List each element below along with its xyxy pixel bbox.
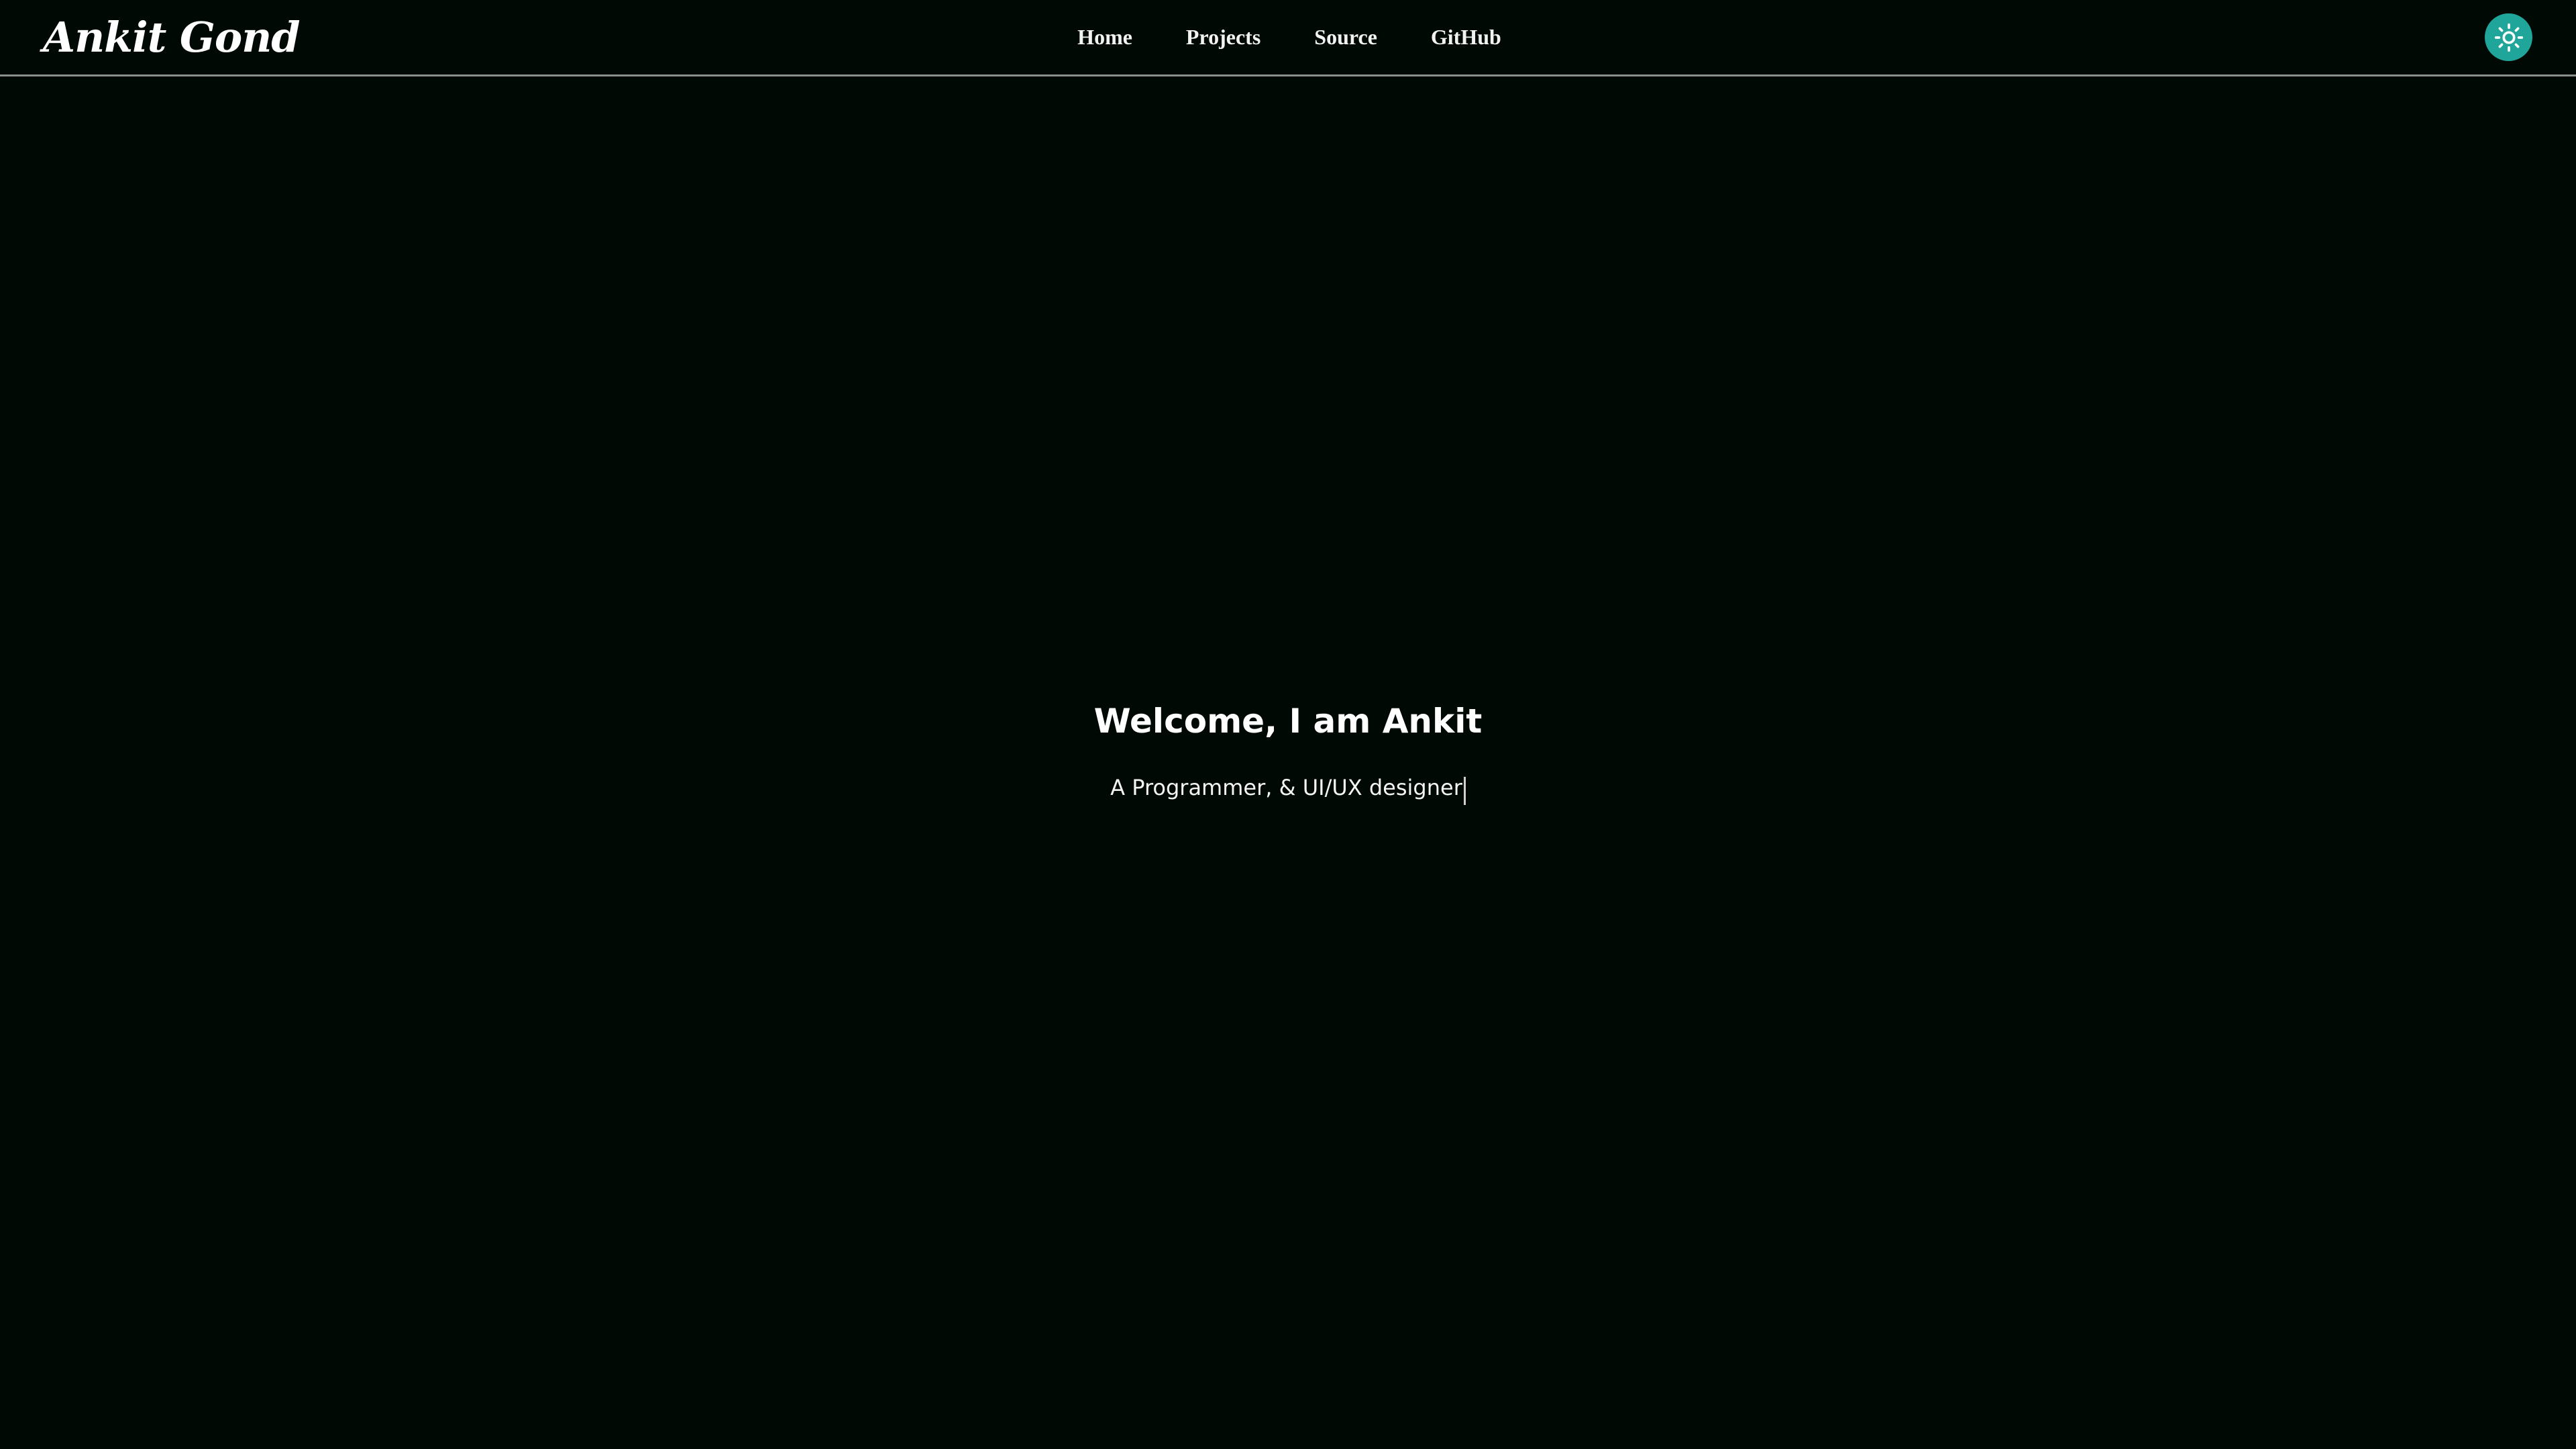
nav-link-projects[interactable]: Projects <box>1186 25 1260 50</box>
hero-section: Welcome, I am Ankit A Programmer, & UI/U… <box>0 76 2576 1449</box>
typing-cursor <box>1463 776 1466 805</box>
hero-title: Welcome, I am Ankit <box>1093 702 1483 741</box>
site-logo[interactable]: Ankit Gond <box>43 9 301 66</box>
nav-link-source[interactable]: Source <box>1314 25 1377 50</box>
hero-subtitle-container: A Programmer, & UI/UX designer <box>0 771 2576 806</box>
nav-menu: Home Projects Source GitHub <box>0 0 2576 74</box>
nav-links: Home Projects Source GitHub <box>1077 25 1501 50</box>
nav-link-home[interactable]: Home <box>1077 25 1132 50</box>
theme-toggle-button[interactable] <box>2485 13 2532 61</box>
hero-subtitle: A Programmer, & UI/UX designer <box>1110 775 1462 800</box>
nav-link-github[interactable]: GitHub <box>1431 25 1501 50</box>
sun-icon <box>2494 23 2523 52</box>
navbar: Ankit Gond Home Projects Source GitHub <box>0 0 2576 76</box>
